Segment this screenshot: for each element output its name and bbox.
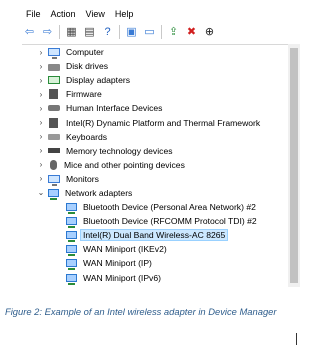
- expand-chevron-icon[interactable]: ›: [36, 118, 46, 127]
- expand-chevron-icon[interactable]: ›: [36, 132, 46, 141]
- tree-category-row[interactable]: ⌄ Network adapters: [22, 186, 288, 200]
- tree-device-row[interactable]: Bluetooth Device (Personal Area Network)…: [22, 200, 288, 215]
- page: File Action View Help ⇦ ⇨ ▦ ▤? ▣ ▭ ⇪ ✖ ⊕ › Comput…: [0, 0, 313, 352]
- keyboard-icon: [48, 133, 60, 140]
- disk-drive-icon: [48, 63, 60, 71]
- back-arrow-icon[interactable]: ⇦: [22, 25, 37, 40]
- tree-category-row[interactable]: › Human Interface Devices: [22, 101, 288, 115]
- scan-hardware-icon[interactable]: ▭: [142, 25, 157, 40]
- network-adapter-icon: [66, 273, 77, 285]
- menu-file[interactable]: File: [22, 6, 47, 22]
- expand-chevron-icon[interactable]: ›: [36, 174, 46, 183]
- tree-category-label: Computer: [66, 47, 104, 58]
- expand-chevron-open-icon[interactable]: ⌄: [36, 188, 46, 197]
- download-icon[interactable]: ⊕: [202, 25, 217, 40]
- monitor-icon: [48, 48, 60, 60]
- monitor-icon: [48, 174, 60, 186]
- network-adapter-icon: [66, 203, 77, 215]
- network-adapter-icon: [66, 259, 77, 271]
- tree-category-row[interactable]: › Display adapters: [22, 73, 288, 87]
- tree-category-row[interactable]: › Monitors: [22, 172, 288, 186]
- expand-chevron-icon[interactable]: ›: [36, 48, 46, 57]
- tree-category-label: Firmware: [66, 89, 102, 100]
- network-adapter-icon: [66, 245, 77, 257]
- device-manager-window: File Action View Help ⇦ ⇨ ▦ ▤? ▣ ▭ ⇪ ✖ ⊕ › Comput…: [22, 0, 300, 287]
- toolbar-separator: [119, 25, 120, 39]
- tree-device-row[interactable]: WAN Miniport (IP): [22, 256, 288, 271]
- expand-chevron-icon[interactable]: ›: [36, 160, 46, 169]
- tree-category-label: Intel(R) Dynamic Platform and Thermal Fr…: [66, 117, 261, 128]
- chip-icon: [49, 117, 58, 128]
- tree-device-label: WAN Miniport (IP): [83, 258, 152, 269]
- expand-chevron-icon[interactable]: ›: [36, 146, 46, 155]
- tree-category-row[interactable]: › Memory technology devices: [22, 144, 288, 158]
- tree-category-label: Monitors: [66, 173, 99, 184]
- display-adapter-icon: [48, 76, 60, 85]
- scrollbar-thumb[interactable]: [290, 48, 298, 283]
- vertical-scrollbar[interactable]: [288, 44, 300, 287]
- menu-help[interactable]: Help: [111, 6, 140, 22]
- hid-icon: [48, 105, 60, 112]
- tree-device-label: Bluetooth Device (RFCOMM Protocol TDI) #…: [83, 216, 257, 227]
- tree-category-row[interactable]: › Intel(R) Dynamic Platform and Thermal F…: [22, 115, 288, 129]
- tree-device-label: Bluetooth Device (Personal Area Network)…: [83, 202, 256, 213]
- firmware-icon: [49, 89, 58, 100]
- menu-bar: File Action View Help: [22, 6, 139, 22]
- tree-category-label: Network adapters: [65, 187, 133, 198]
- properties-icon[interactable]: ▤: [82, 25, 97, 40]
- show-hide-tree-icon[interactable]: ▦: [64, 25, 79, 40]
- tree-category-row[interactable]: › Mice and other pointing devices: [22, 158, 288, 172]
- tree-device-row[interactable]: WAN Miniport (IPv6): [22, 271, 288, 285]
- tree-device-label: WAN Miniport (IPv6): [83, 272, 161, 283]
- forward-arrow-icon[interactable]: ⇨: [40, 25, 55, 40]
- network-adapter-icon: [48, 188, 59, 200]
- mouse-icon: [50, 159, 57, 170]
- toolbar-separator: [59, 25, 60, 39]
- tree-device-label: Intel(R) Dual Band Wireless-AC 8265: [79, 229, 229, 242]
- expand-chevron-icon[interactable]: ›: [36, 62, 46, 71]
- expand-chevron-icon[interactable]: ›: [36, 104, 46, 113]
- tree-device-row[interactable]: WAN Miniport (IKEv2): [22, 242, 288, 257]
- tree-category-label: Keyboards: [66, 131, 108, 142]
- tree-category-label: Display adapters: [66, 75, 131, 86]
- menu-view[interactable]: View: [82, 6, 111, 22]
- tree-category-label: Human Interface Devices: [66, 103, 163, 114]
- tree-category-label: Mice and other pointing devices: [64, 159, 185, 170]
- menu-action[interactable]: Action: [47, 6, 82, 22]
- device-tree: › Computer › Disk drives › Display adapters › F…: [22, 44, 288, 287]
- tree-category-label: Disk drives: [66, 61, 109, 72]
- expand-chevron-icon[interactable]: ›: [36, 76, 46, 85]
- network-adapter-icon: [66, 217, 77, 229]
- view-grid-icon[interactable]: ▣: [124, 25, 139, 40]
- toolbar: ⇦ ⇨ ▦ ▤? ▣ ▭ ⇪ ✖ ⊕: [22, 22, 300, 42]
- help-icon[interactable]: ?: [100, 25, 115, 40]
- network-adapter-icon: [66, 231, 77, 243]
- toolbar-separator: [161, 25, 162, 39]
- tree-device-row[interactable]: Bluetooth Device (RFCOMM Protocol TDI) #…: [22, 214, 288, 229]
- tree-category-row[interactable]: › Disk drives: [22, 59, 288, 73]
- expand-chevron-icon[interactable]: ›: [36, 90, 46, 99]
- tree-category-row[interactable]: › Keyboards: [22, 130, 288, 144]
- tree-device-label: WAN Miniport (IKEv2): [83, 244, 167, 255]
- text-cursor: [296, 333, 297, 345]
- uninstall-icon[interactable]: ✖: [184, 25, 199, 40]
- tree-category-row[interactable]: › Computer: [22, 45, 288, 60]
- memory-icon: [48, 148, 60, 154]
- tree-category-row[interactable]: › Firmware: [22, 87, 288, 101]
- figure-caption: Figure 2: Example of an Intel wireless a…: [5, 306, 277, 317]
- tree-category-label: Memory technology devices: [66, 145, 173, 156]
- tree-device-row-selected[interactable]: Intel(R) Dual Band Wireless-AC 8265: [22, 228, 288, 243]
- update-driver-icon[interactable]: ⇪: [166, 25, 181, 40]
